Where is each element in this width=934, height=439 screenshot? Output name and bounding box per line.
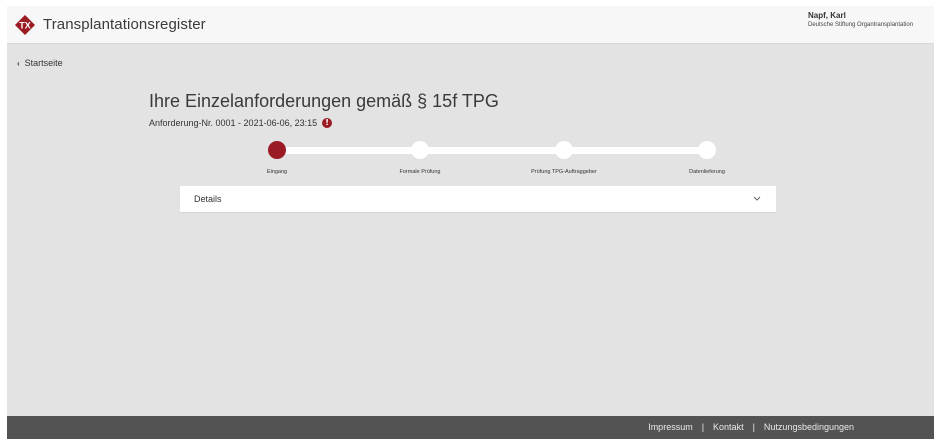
page-title: Ihre Einzelanforderungen gemäß § 15f TPG: [149, 91, 499, 112]
tx-logo[interactable]: TX: [15, 15, 35, 35]
step-dot-eingang: [268, 141, 286, 159]
footer-separator: |: [752, 422, 755, 432]
step-dot-datenlieferung: [698, 141, 716, 159]
progress-stepper: Eingang Formale Prüfung Prüfung TPG-Auft…: [262, 138, 737, 178]
footer-link-kontakt[interactable]: Kontakt: [713, 422, 744, 432]
chevron-left-icon: ‹: [17, 59, 20, 68]
info-icon[interactable]: !: [322, 118, 333, 128]
chevron-down-icon[interactable]: [752, 195, 762, 203]
stepper-track: [277, 147, 707, 154]
request-number-text: Anforderung-Nr. 0001 - 2021-06-06, 23:15: [149, 118, 318, 128]
header-bar: TX Transplantationsregister Napf, Karl D…: [7, 6, 934, 44]
step-label-formale-pruefung: Formale Prüfung: [399, 169, 441, 175]
details-accordion[interactable]: Details: [180, 186, 776, 213]
step-dot-formale-pruefung: [411, 141, 429, 159]
back-to-start-link[interactable]: ‹ Startseite: [17, 58, 63, 68]
back-link-label: Startseite: [24, 58, 63, 68]
step-dot-pruefung-tpg: [555, 141, 573, 159]
step-label-pruefung-tpg: Prüfung TPG-Auftraggeber: [531, 169, 597, 175]
footer-bar: Impressum | Kontakt | Nutzungsbedingunge…: [7, 416, 934, 439]
footer-link-impressum[interactable]: Impressum: [648, 422, 693, 432]
request-info: Anforderung-Nr. 0001 - 2021-06-06, 23:15…: [149, 118, 333, 128]
footer-link-nutzungsbedingungen[interactable]: Nutzungsbedingungen: [764, 422, 854, 432]
app-frame: TX Transplantationsregister Napf, Karl D…: [7, 6, 934, 439]
user-organization: Deutsche Stiftung Organtransplantation: [808, 22, 914, 28]
step-label-eingang: Eingang: [266, 169, 288, 175]
step-label-datenlieferung: Datenlieferung: [689, 169, 725, 175]
app-title[interactable]: Transplantationsregister: [43, 16, 206, 33]
logo-text: TX: [19, 21, 31, 31]
details-label: Details: [194, 194, 222, 204]
footer-links: Impressum | Kontakt | Nutzungsbedingunge…: [648, 422, 854, 432]
user-name: Napf, Karl: [808, 11, 846, 20]
footer-separator: |: [701, 422, 705, 432]
